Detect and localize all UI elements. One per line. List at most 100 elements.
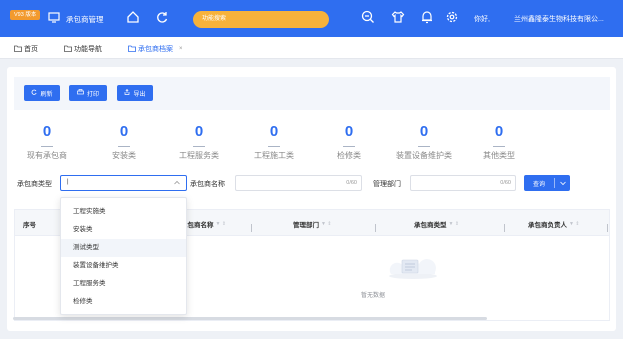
stat-value: 0 <box>269 123 279 140</box>
empty-data-text: 暂无数据 <box>361 293 386 299</box>
column-header-label: 序号 <box>23 222 36 229</box>
stat-other[interactable]: 0 其他类型 <box>459 124 539 161</box>
dept-filter-label: 管理部门 <box>373 181 401 188</box>
contractor-type-select[interactable]: | <box>60 175 187 191</box>
column-header-manager[interactable]: 承包商负责人 ▼ ⇕ <box>528 219 580 229</box>
function-search-input[interactable]: 功能搜索 <box>193 11 329 28</box>
stat-maintenance[interactable]: 0 检修类 <box>309 124 389 161</box>
stat-installation[interactable]: 0 安装类 <box>84 124 164 161</box>
company-name[interactable]: 兰州鑫隆泰生物科技有限公... <box>514 14 604 24</box>
printer-icon <box>77 89 84 97</box>
stat-engineering-service[interactable]: 0 工程服务类 <box>159 124 239 161</box>
stat-divider <box>41 146 53 147</box>
column-header-label: 管理部门 <box>293 222 319 229</box>
stat-value: 0 <box>194 123 204 140</box>
column-header-index: 序号 <box>23 219 36 229</box>
stat-value: 0 <box>344 123 354 140</box>
export-icon <box>124 89 130 97</box>
top-bar: V93 版本 承包商管理 功能搜索 你好, 兰州鑫隆泰生物科技有限公... <box>0 0 623 37</box>
monitor-icon <box>48 12 60 25</box>
tab-contractor-archive[interactable]: 承包商档案 × <box>128 44 183 54</box>
char-counter: 0/60 <box>346 180 357 186</box>
tab-label: 功能导航 <box>74 46 102 53</box>
stat-label: 装置设备维护类 <box>396 151 452 160</box>
tab-home[interactable]: 首页 <box>14 44 38 54</box>
close-icon[interactable]: × <box>179 46 183 52</box>
stat-label: 工程服务类 <box>179 151 219 160</box>
print-label: 打印 <box>86 91 99 98</box>
column-resizer[interactable] <box>375 224 376 232</box>
tab-bar: 首页 功能导航 承包商档案 × <box>0 37 623 59</box>
name-filter-label: 承包商名称 <box>190 181 225 188</box>
management-dept-input[interactable]: 0/60 <box>410 175 516 191</box>
version-badge: V93 版本 <box>10 10 41 20</box>
export-button[interactable]: 导出 <box>117 85 153 101</box>
folder-icon <box>14 45 22 54</box>
empty-data-icon <box>385 254 441 282</box>
stat-label: 工程施工类 <box>254 151 294 160</box>
column-header-dept[interactable]: 管理部门 ▼ ⇕ <box>293 219 332 229</box>
refresh-button[interactable]: 刷新 <box>24 85 60 101</box>
dropdown-option[interactable]: 安装类 <box>61 221 186 239</box>
column-header-label: 承包商负责人 <box>528 222 567 229</box>
contractor-type-dropdown: 工程实施类 安装类 测试类型 装置设备维护类 工程服务类 检修类 <box>60 197 187 315</box>
tab-function-nav[interactable]: 功能导航 <box>64 44 102 54</box>
refresh-icon[interactable] <box>155 10 169 24</box>
stat-label: 现有承包商 <box>27 151 67 160</box>
home-icon[interactable] <box>126 10 140 24</box>
stat-divider <box>118 146 130 147</box>
filter-sort-icon[interactable]: ▼ ⇕ <box>569 221 580 227</box>
shirt-icon[interactable] <box>391 10 405 24</box>
column-header-contractor-name[interactable]: 承包商名称 ▼ ⇕ <box>181 219 226 229</box>
filter-sort-icon[interactable]: ▼ ⇕ <box>321 221 332 227</box>
contractor-name-input[interactable]: 0/60 <box>235 175 362 191</box>
zoom-out-icon[interactable] <box>361 10 375 24</box>
stat-divider <box>343 146 355 147</box>
stat-value: 0 <box>42 123 52 140</box>
column-resizer[interactable] <box>251 224 252 232</box>
query-label: 查询 <box>532 181 545 188</box>
app-title[interactable]: 承包商管理 <box>66 14 104 25</box>
stat-value: 0 <box>419 123 429 140</box>
stat-existing-contractors[interactable]: 0 现有承包商 <box>7 124 87 161</box>
action-toolbar: 刷新 打印 导出 <box>14 77 610 110</box>
dropdown-option[interactable]: 工程实施类 <box>61 203 186 221</box>
filter-sort-icon[interactable]: ▼ ⇕ <box>449 221 460 227</box>
tab-label: 承包商档案 <box>138 46 173 53</box>
stat-divider <box>493 146 505 147</box>
stat-divider <box>268 146 280 147</box>
greeting[interactable]: 你好, <box>474 14 490 24</box>
chevron-up-icon <box>174 180 180 187</box>
type-select-value: | <box>67 179 69 185</box>
refresh-label: 刷新 <box>40 91 53 98</box>
folder-icon <box>128 45 136 54</box>
dropdown-option[interactable]: 测试类型 <box>61 239 186 257</box>
dropdown-option[interactable]: 装置设备维护类 <box>61 257 186 275</box>
column-resizer[interactable] <box>607 224 608 232</box>
stat-value: 0 <box>494 123 504 140</box>
stat-engineering-construction[interactable]: 0 工程施工类 <box>234 124 314 161</box>
stat-divider <box>418 146 430 147</box>
gear-icon[interactable] <box>445 10 459 24</box>
folder-icon <box>64 45 72 54</box>
char-counter: 0/60 <box>500 180 511 186</box>
print-button[interactable]: 打印 <box>69 85 107 101</box>
column-resizer[interactable] <box>504 224 505 232</box>
chevron-down-icon[interactable] <box>555 181 570 186</box>
stat-label: 其他类型 <box>483 151 515 160</box>
refresh-icon <box>31 89 38 97</box>
stat-equipment-maintenance[interactable]: 0 装置设备维护类 <box>384 124 464 161</box>
stat-label: 安装类 <box>112 151 136 160</box>
column-header-label: 承包商类型 <box>414 222 447 229</box>
dropdown-option[interactable]: 检修类 <box>61 293 186 311</box>
stat-divider <box>193 146 205 147</box>
tab-label: 首页 <box>24 46 38 53</box>
column-header-type[interactable]: 承包商类型 ▼ ⇕ <box>414 219 459 229</box>
horizontal-scrollbar[interactable] <box>13 317 487 320</box>
bell-icon[interactable] <box>420 10 434 24</box>
type-filter-label: 承包商类型 <box>17 181 52 188</box>
filter-sort-icon[interactable]: ▼ ⇕ <box>216 221 227 227</box>
query-button[interactable]: 查询 <box>524 175 570 191</box>
dropdown-option[interactable]: 工程服务类 <box>61 275 186 293</box>
stat-value: 0 <box>119 123 129 140</box>
